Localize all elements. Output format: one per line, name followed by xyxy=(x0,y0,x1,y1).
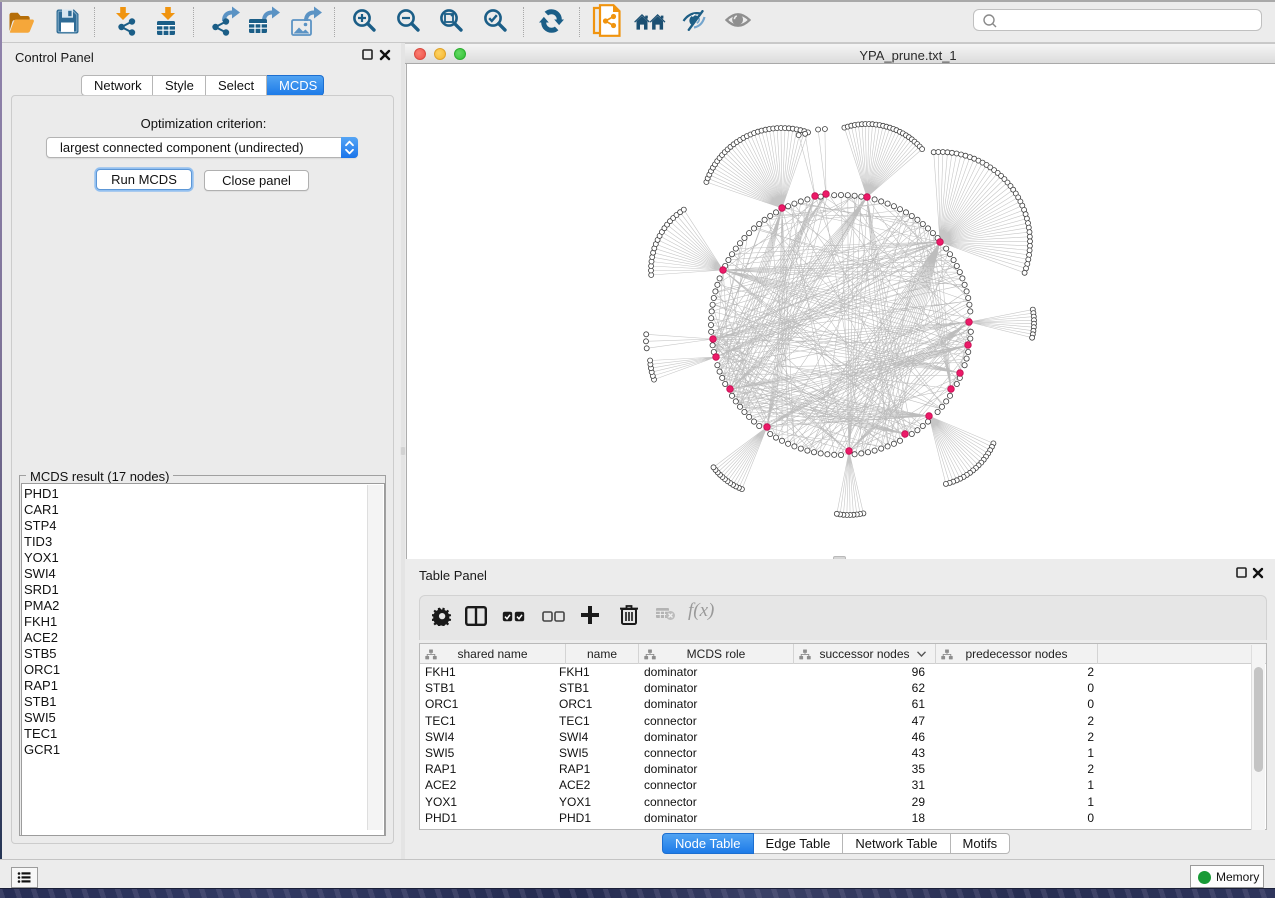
svg-text:f(x): f(x) xyxy=(688,601,714,621)
